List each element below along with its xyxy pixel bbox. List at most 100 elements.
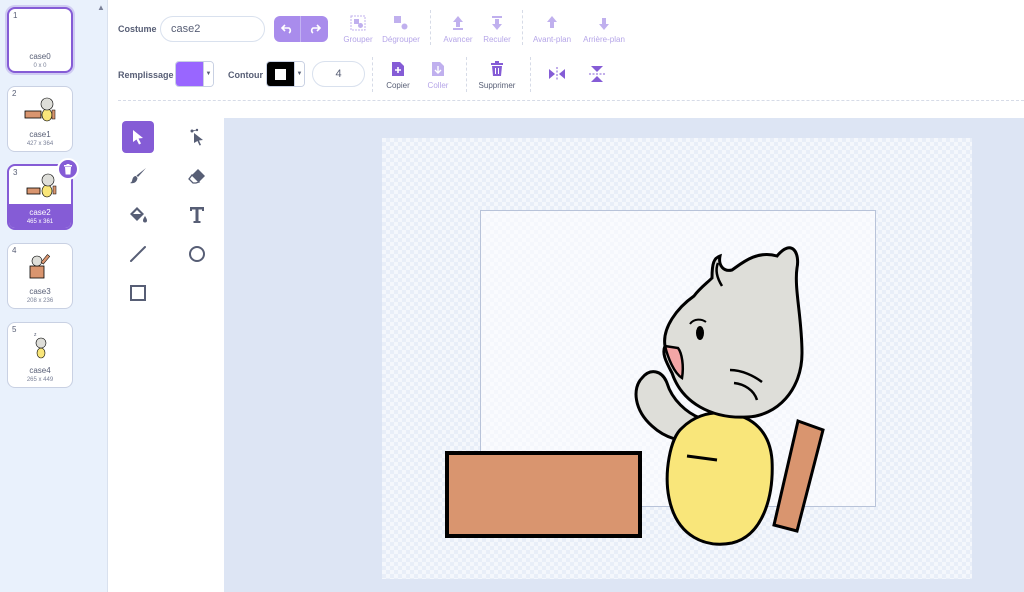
paint-editor: Costume case2 Grouper Dégrouper Avancer … [108, 0, 1024, 592]
reshape-icon [190, 128, 203, 146]
brush-icon [130, 168, 146, 184]
costume-artwork[interactable] [382, 138, 972, 579]
forward-icon [453, 16, 463, 30]
copy-button[interactable]: Copier [378, 60, 418, 90]
circle-tool[interactable] [181, 238, 213, 270]
costume-name-label: Costume [118, 24, 157, 34]
dropdown-arrow-icon: ▼ [294, 62, 304, 86]
outline-color-swatch [267, 62, 294, 86]
costume-thumbnail: z [34, 332, 47, 359]
drawing-canvas[interactable] [382, 138, 972, 579]
bring-to-front-button[interactable]: Avant-plan [532, 14, 572, 44]
separator [466, 57, 467, 92]
separator [530, 57, 531, 92]
line-icon [130, 246, 146, 262]
costume-size: 265 x 449 [26, 377, 54, 383]
separator [372, 57, 373, 92]
rectangle-icon [130, 285, 146, 301]
costume-name: case0 [29, 52, 51, 61]
redo-button[interactable] [301, 16, 328, 42]
cat-eye [696, 326, 704, 340]
paste-icon [432, 62, 444, 76]
forward-button[interactable]: Avancer [438, 14, 478, 44]
brush-tool[interactable] [122, 160, 154, 192]
flip-horizontal-icon [549, 67, 565, 81]
line-tool[interactable] [122, 238, 154, 270]
costume-name: case2 [29, 208, 51, 217]
costume-thumbnail [24, 97, 56, 122]
costume-tile-1[interactable]: 1 case0 0 x 0 [7, 7, 73, 73]
dropdown-arrow-icon: ▼ [203, 62, 213, 86]
costume-size: 208 x 236 [26, 298, 54, 304]
text-tool[interactable] [181, 199, 213, 231]
toolbar-divider [118, 100, 1024, 101]
box-shape[interactable] [445, 451, 642, 538]
fill-tool[interactable] [122, 199, 154, 231]
circle-icon [189, 246, 205, 262]
flip-vertical-button[interactable] [588, 65, 606, 83]
back-icon [599, 18, 609, 30]
undo-redo-group [274, 16, 328, 42]
costume-name: case3 [29, 287, 51, 296]
flip-horizontal-button[interactable] [548, 66, 566, 82]
delete-button[interactable]: Supprimer [477, 60, 517, 90]
costume-size: 0 x 0 [33, 63, 47, 69]
ungroup-button[interactable]: Dégrouper [381, 14, 421, 44]
separator [430, 10, 431, 45]
costume-tile-5[interactable]: 5 z case4 265 x 449 [7, 322, 73, 388]
delete-costume-button[interactable] [57, 158, 79, 180]
outline-width-input[interactable]: 4 [312, 61, 365, 87]
svg-text:z: z [34, 332, 37, 338]
costume-tile-3[interactable]: 3 case2 465 x 361 [7, 158, 79, 230]
copy-icon [392, 62, 404, 76]
trash-icon [491, 61, 503, 76]
ungroup-icon [394, 16, 408, 30]
separator [522, 10, 523, 45]
rectangle-tool[interactable] [122, 277, 154, 309]
costume-tile-4[interactable]: 4 case3 208 x 236 [7, 243, 73, 309]
costume-size: 427 x 364 [26, 141, 54, 147]
undo-button[interactable] [274, 16, 301, 42]
fill-color-picker[interactable]: ▼ [175, 61, 214, 87]
costume-number: 3 [13, 168, 18, 177]
backward-icon [492, 16, 502, 30]
paste-button[interactable]: Coller [418, 60, 458, 90]
undo-icon [281, 24, 292, 34]
cat-head[interactable] [662, 246, 804, 419]
group-icon [350, 15, 366, 31]
select-icon [133, 130, 143, 145]
costume-name: case1 [29, 130, 51, 139]
eraser-icon [188, 169, 205, 184]
costume-thumbnail [29, 254, 51, 279]
costume-name: case4 [29, 366, 51, 375]
outline-color-picker[interactable]: ▼ [266, 61, 305, 87]
costume-size: 465 x 361 [26, 219, 54, 225]
select-tool[interactable] [122, 121, 154, 153]
costume-name-input[interactable]: case2 [160, 16, 265, 42]
fill-label: Remplissage [118, 70, 174, 80]
costume-thumbnail [26, 173, 57, 198]
plank-shape[interactable] [772, 419, 825, 533]
text-icon [190, 207, 204, 223]
reshape-tool[interactable] [181, 121, 213, 153]
redo-icon [310, 24, 321, 34]
outline-label: Contour [228, 70, 263, 80]
costume-tile-2[interactable]: 2 case1 427 x 364 [7, 86, 73, 152]
cat-body[interactable] [665, 411, 774, 546]
send-to-back-button[interactable]: Arrière-plan [583, 14, 625, 44]
backward-button[interactable]: Reculer [477, 14, 517, 44]
costume-number: 1 [13, 11, 18, 20]
panel-divider [95, 0, 108, 592]
scroll-up-icon[interactable]: ▲ [97, 3, 105, 12]
costume-number: 4 [12, 246, 17, 255]
group-button[interactable]: Grouper [338, 14, 378, 44]
costume-list: 1 case0 0 x 0 2 case1 427 x 364 3 case2 … [0, 0, 95, 592]
fill-icon [130, 207, 147, 223]
flip-vertical-icon [589, 66, 605, 82]
trash-icon [64, 163, 72, 174]
eraser-tool[interactable] [181, 160, 213, 192]
costume-number: 5 [12, 325, 17, 334]
canvas-area [224, 118, 1024, 592]
fill-color-swatch [176, 62, 203, 86]
costume-number: 2 [12, 89, 17, 98]
